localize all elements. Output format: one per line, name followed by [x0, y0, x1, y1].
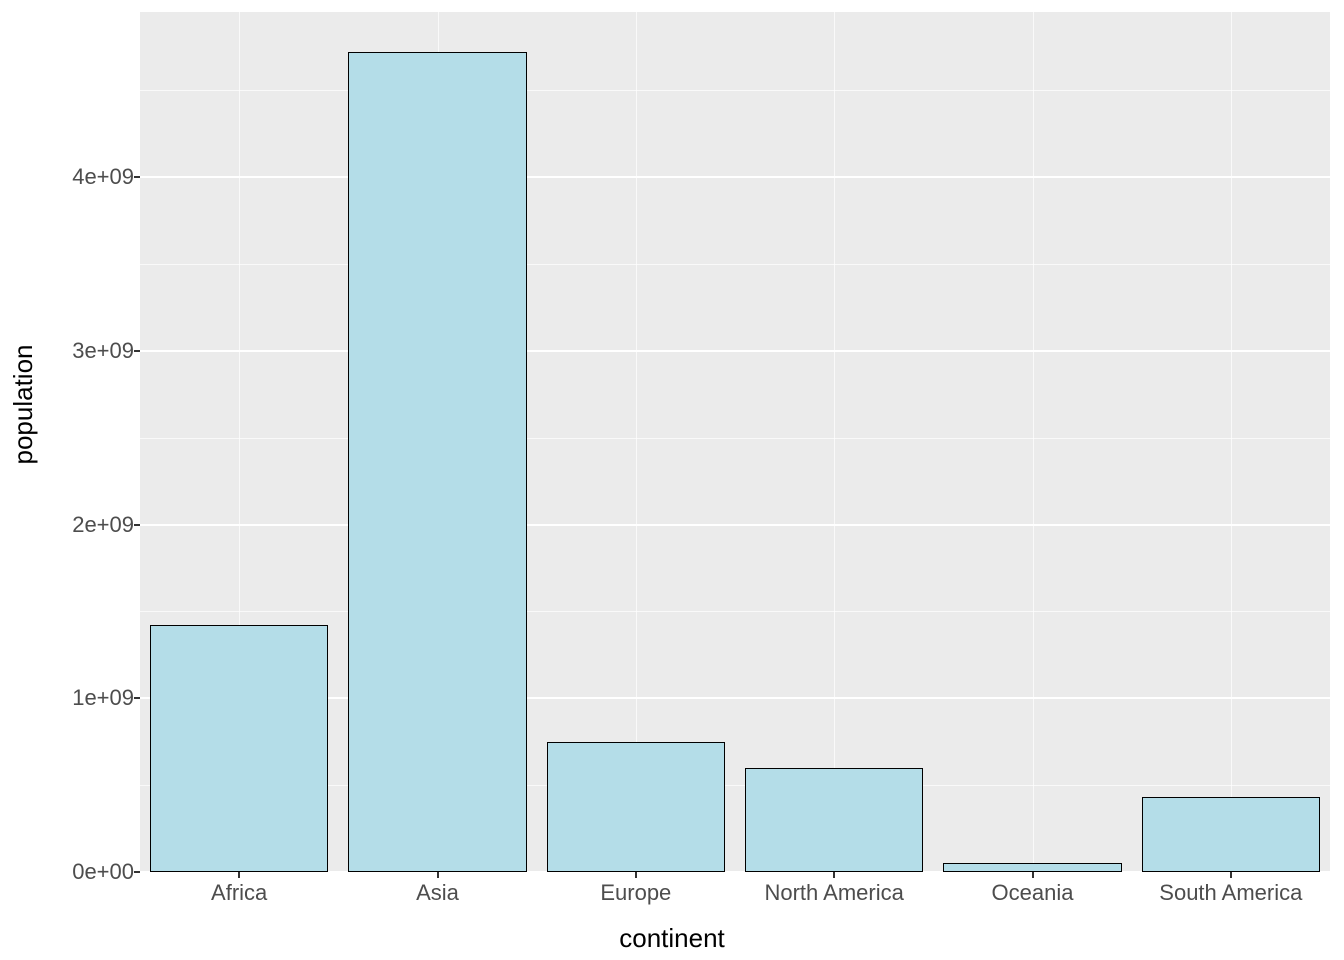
x-tick-label: Europe: [600, 880, 671, 906]
y-tick-mark: [134, 697, 140, 699]
bar-europe: [547, 742, 726, 872]
grid-line-vertical: [834, 12, 835, 872]
x-tick-mark: [1032, 872, 1034, 878]
x-tick-mark: [1230, 872, 1232, 878]
y-tick-mark: [134, 350, 140, 352]
x-tick-label: Africa: [211, 880, 267, 906]
bar-south-america: [1142, 797, 1321, 872]
grid-line-vertical: [1033, 12, 1034, 872]
plot-panel: [140, 12, 1330, 872]
x-tick-label: South America: [1159, 880, 1302, 906]
y-tick-mark: [134, 176, 140, 178]
grid-line-major: [140, 176, 1330, 178]
grid-line-minor: [140, 264, 1330, 265]
x-tick-mark: [833, 872, 835, 878]
chart-container: population continent 0e+001e+092e+093e+0…: [0, 0, 1344, 960]
grid-line-minor: [140, 611, 1330, 612]
grid-line-minor: [140, 438, 1330, 439]
x-tick-mark: [238, 872, 240, 878]
y-tick-mark: [134, 871, 140, 873]
y-tick-label: 0e+00: [24, 859, 134, 885]
bar-oceania: [943, 863, 1122, 872]
bar-asia: [348, 52, 527, 872]
grid-line-major: [140, 524, 1330, 526]
y-tick-label: 2e+09: [24, 512, 134, 538]
x-tick-label: Oceania: [992, 880, 1074, 906]
bar-africa: [150, 625, 329, 872]
y-tick-label: 4e+09: [24, 164, 134, 190]
y-tick-mark: [134, 524, 140, 526]
x-tick-label: North America: [764, 880, 903, 906]
bar-north-america: [745, 768, 924, 872]
grid-line-major: [140, 350, 1330, 352]
x-tick-mark: [635, 872, 637, 878]
y-tick-label: 3e+09: [24, 338, 134, 364]
grid-line-minor: [140, 90, 1330, 91]
grid-line-vertical: [1231, 12, 1232, 872]
x-axis-title: continent: [0, 923, 1344, 954]
y-tick-label: 1e+09: [24, 685, 134, 711]
x-tick-label: Asia: [416, 880, 459, 906]
x-tick-mark: [437, 872, 439, 878]
